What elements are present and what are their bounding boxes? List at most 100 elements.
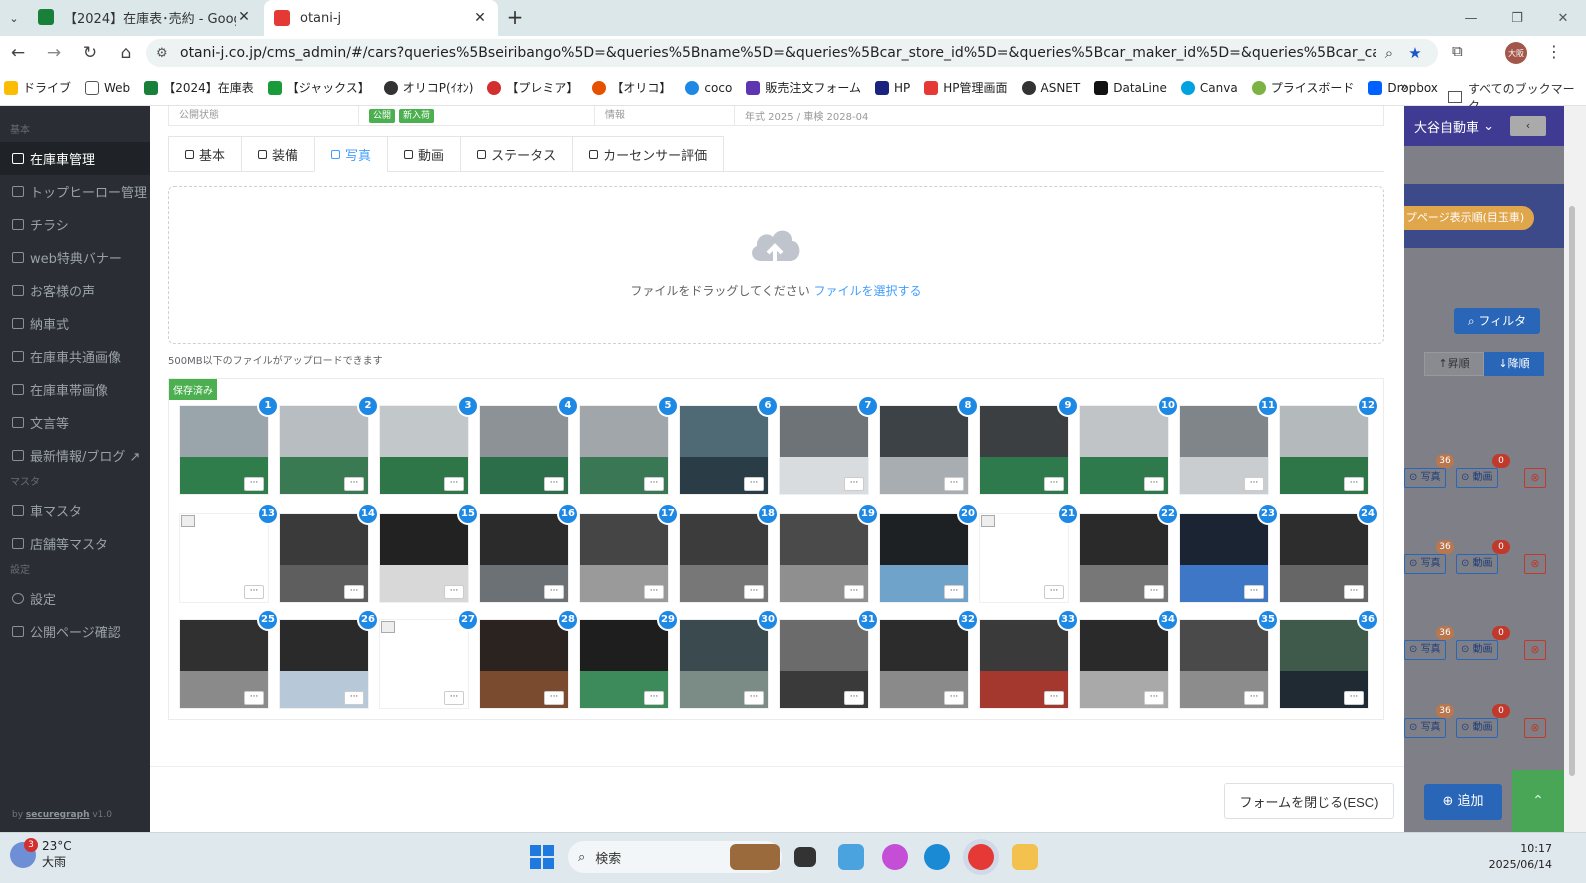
forward-icon[interactable]: → (36, 43, 72, 63)
bookmark-item[interactable]: 販売注文フォーム (746, 79, 861, 96)
photo-menu-button[interactable]: ··· (244, 585, 264, 599)
photo-thumbnail[interactable]: ··· (379, 619, 469, 709)
sidebar-item-delivery[interactable]: 納車式 (0, 307, 150, 340)
photo-menu-button[interactable]: ··· (544, 691, 564, 705)
photo-thumbnail[interactable]: ··· (979, 405, 1069, 495)
photo-thumbnail[interactable]: ··· (779, 405, 869, 495)
scrollbar-thumb[interactable] (1569, 206, 1575, 776)
photo-thumbnail[interactable]: ··· (479, 619, 569, 709)
photo-menu-button[interactable]: ··· (344, 585, 364, 599)
row-video-button[interactable]: ⊙ 動画 (1456, 554, 1498, 574)
add-button[interactable]: ⊕ 追加 (1424, 784, 1502, 820)
photo-menu-button[interactable]: ··· (1344, 477, 1364, 491)
photo-thumbnail[interactable]: ··· (879, 405, 969, 495)
url-bar[interactable]: ⚙ otani-j.co.jp/cms_admin/#/cars?queries… (146, 39, 1438, 67)
windows-start-icon[interactable] (530, 845, 554, 869)
maximize-icon[interactable]: ❐ (1494, 0, 1540, 36)
sort-desc-button[interactable]: ↓降順 (1484, 352, 1544, 376)
row-delete-icon[interactable]: ⊗ (1524, 718, 1546, 738)
photo-thumbnail[interactable]: ··· (579, 405, 669, 495)
row-delete-icon[interactable]: ⊗ (1524, 640, 1546, 660)
photo-thumbnail[interactable]: ··· (679, 619, 769, 709)
sidebar-item-band-images[interactable]: 在庫車帯画像 (0, 373, 150, 406)
sidebar-item-public-page[interactable]: 公開ページ確認 (0, 615, 150, 648)
photo-thumbnail[interactable]: ··· (979, 513, 1069, 603)
photo-menu-button[interactable]: ··· (644, 691, 664, 705)
scroll-top-button[interactable]: ⌃ (1512, 770, 1564, 832)
sidebar-item-car-master[interactable]: 車マスタ (0, 494, 150, 527)
photo-thumbnail[interactable]: ··· (379, 513, 469, 603)
close-window-icon[interactable]: ✕ (1540, 0, 1586, 36)
photo-menu-button[interactable]: ··· (444, 477, 464, 491)
bookmark-item[interactable]: Web (85, 80, 130, 95)
chrome-icon[interactable] (968, 844, 994, 870)
photo-thumbnail[interactable]: ··· (1079, 405, 1169, 495)
photo-thumbnail[interactable]: ··· (679, 405, 769, 495)
photo-menu-button[interactable]: ··· (844, 691, 864, 705)
bookmark-item[interactable]: DataLine (1094, 80, 1167, 95)
browser-menu-icon[interactable]: ⋮ (1546, 42, 1562, 61)
photo-menu-button[interactable]: ··· (544, 477, 564, 491)
photo-menu-button[interactable]: ··· (1044, 691, 1064, 705)
photo-thumbnail[interactable]: ··· (879, 619, 969, 709)
tab-search-chevron-icon[interactable]: ⌄ (0, 0, 28, 36)
collapse-button[interactable]: ‹ (1510, 116, 1546, 136)
store-selector[interactable]: 大谷自動車 ⌄ ‹ (1404, 106, 1564, 146)
row-delete-icon[interactable]: ⊗ (1524, 554, 1546, 574)
photo-menu-button[interactable]: ··· (1044, 477, 1064, 491)
photo-thumbnail[interactable]: ··· (879, 513, 969, 603)
bookmark-item[interactable]: ドライブ (4, 79, 71, 96)
edge-icon[interactable] (924, 844, 950, 870)
file-explorer-icon[interactable] (1012, 844, 1038, 870)
photo-thumbnail[interactable]: ··· (579, 619, 669, 709)
bookmark-item[interactable]: 【ジャックス】 (267, 79, 370, 96)
new-tab-button[interactable]: + (500, 0, 530, 36)
profile-avatar[interactable]: 大阪 (1505, 42, 1527, 64)
photo-thumbnail[interactable]: ··· (779, 513, 869, 603)
extensions-icon[interactable]: ⧉ (1452, 42, 1463, 60)
row-video-button[interactable]: ⊙ 動画 (1456, 640, 1498, 660)
photo-menu-button[interactable]: ··· (444, 585, 464, 599)
browser-tab-otani[interactable]: otani-j ✕ (264, 0, 498, 36)
photo-menu-button[interactable]: ··· (544, 585, 564, 599)
tab-video[interactable]: 動画 (387, 136, 461, 172)
row-video-button[interactable]: ⊙ 動画 (1456, 468, 1498, 488)
photo-menu-button[interactable]: ··· (444, 691, 464, 705)
bookmark-item[interactable]: オリコP(ｲｵﾝ) (383, 79, 473, 96)
row-photo-button[interactable]: ⊙ 写真 (1404, 468, 1446, 488)
site-info-icon[interactable]: ⚙ (156, 46, 180, 61)
weather-widget[interactable]: 3 23°C 大雨 (10, 837, 72, 870)
sidebar-item-settings[interactable]: 設定 (0, 582, 150, 615)
sidebar-item-web-banner[interactable]: web特典バナー (0, 241, 150, 274)
upload-dropzone[interactable]: ファイルをドラッグしてください ファイルを選択する (168, 186, 1384, 344)
photo-menu-button[interactable]: ··· (944, 585, 964, 599)
sidebar-item-blog[interactable]: 最新情報/ブログ ↗ (0, 439, 150, 472)
photo-menu-button[interactable]: ··· (744, 691, 764, 705)
photo-menu-button[interactable]: ··· (344, 691, 364, 705)
photo-thumbnail[interactable]: ··· (279, 619, 369, 709)
row-delete-icon[interactable]: ⊗ (1524, 468, 1546, 488)
close-tab-icon[interactable]: ✕ (472, 10, 488, 26)
copilot-icon[interactable] (882, 844, 908, 870)
reload-icon[interactable]: ↻ (72, 43, 108, 63)
photo-thumbnail[interactable]: ··· (1279, 513, 1369, 603)
filter-button[interactable]: ⌕ フィルタ (1454, 308, 1540, 334)
page-scrollbar[interactable] (1564, 106, 1586, 832)
photo-menu-button[interactable]: ··· (1044, 585, 1064, 599)
photo-menu-button[interactable]: ··· (944, 477, 964, 491)
bookmark-item[interactable]: HP管理画面 (924, 79, 1008, 96)
sidebar-item-store-master[interactable]: 店舗等マスタ (0, 527, 150, 560)
photo-thumbnail[interactable]: ··· (1179, 619, 1269, 709)
photo-menu-button[interactable]: ··· (744, 585, 764, 599)
bookmark-item[interactable]: 【オリコ】 (592, 79, 671, 96)
app-icon[interactable] (838, 844, 864, 870)
photo-menu-button[interactable]: ··· (1344, 585, 1364, 599)
tab-equipment[interactable]: 装備 (241, 136, 315, 172)
sort-asc-button[interactable]: ↑昇順 (1424, 352, 1484, 376)
sidebar-item-wording[interactable]: 文言等 (0, 406, 150, 439)
sidebar-item-top-hero[interactable]: トップヒーロー管理 (0, 175, 150, 208)
photo-menu-button[interactable]: ··· (1244, 585, 1264, 599)
photo-thumbnail[interactable]: ··· (1079, 513, 1169, 603)
photo-menu-button[interactable]: ··· (1144, 477, 1164, 491)
photo-thumbnail[interactable]: ··· (179, 513, 269, 603)
